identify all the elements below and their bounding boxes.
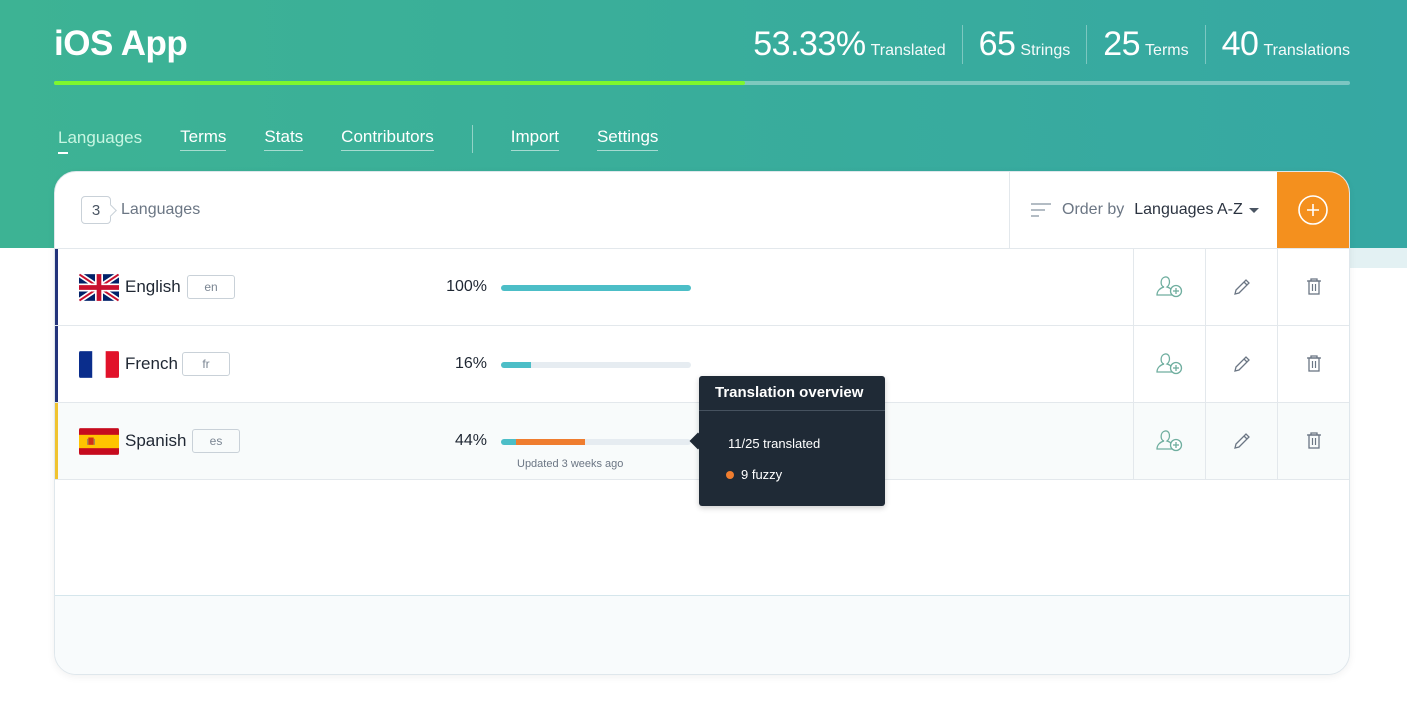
france-flag-icon xyxy=(79,351,119,378)
add-user-icon xyxy=(1155,353,1182,375)
stat-label: Translated xyxy=(870,42,946,59)
language-code-badge: es xyxy=(192,429,240,453)
project-stats: 53.33% Translated 65 Strings 25 Terms 40… xyxy=(753,22,1350,64)
languages-toolbar: 3 Languages Order by Languages A-Z xyxy=(55,172,1349,249)
edit-language-button[interactable] xyxy=(1205,403,1277,479)
stat-strings: 65 Strings xyxy=(961,25,1087,64)
pencil-icon xyxy=(1233,356,1250,372)
language-name: Spanish xyxy=(125,431,187,450)
stat-value: 53.33% xyxy=(753,25,866,63)
language-name: English xyxy=(125,277,181,296)
tooltip-title: Translation overview xyxy=(699,376,885,411)
stat-value: 65 xyxy=(978,25,1016,63)
edit-language-button[interactable] xyxy=(1205,249,1277,325)
tab-stats[interactable]: Stats xyxy=(264,127,304,151)
add-contributor-button[interactable] xyxy=(1133,249,1205,325)
language-count-badge: 3 xyxy=(81,196,111,224)
tab-settings[interactable]: Settings xyxy=(596,127,659,151)
row-actions xyxy=(1133,326,1349,402)
stat-value: 25 xyxy=(1103,25,1141,63)
order-by-dropdown[interactable]: Order by Languages A-Z xyxy=(1009,172,1277,248)
chevron-down-icon xyxy=(1248,207,1259,213)
language-code-badge: fr xyxy=(182,352,230,376)
stat-translated: 53.33% Translated xyxy=(753,25,961,64)
stat-label: Strings xyxy=(1020,42,1071,59)
tab-languages[interactable]: Languages xyxy=(58,128,142,154)
tooltip-translated-count: 11/25 translated xyxy=(728,436,821,451)
add-user-icon xyxy=(1155,276,1182,298)
nav-divider xyxy=(471,125,473,153)
spain-flag-icon xyxy=(79,428,119,455)
order-by-value: Languages A-Z xyxy=(1134,201,1243,218)
language-code-badge: en xyxy=(187,275,235,299)
delete-language-button[interactable] xyxy=(1277,249,1349,325)
language-progress-bar[interactable] xyxy=(501,439,691,445)
last-updated-text: Updated 3 weeks ago xyxy=(517,458,624,470)
language-row-english[interactable]: English en 100% xyxy=(55,249,1349,326)
tab-contributors[interactable]: Contributors xyxy=(341,127,434,151)
stat-label: Translations xyxy=(1263,42,1350,59)
language-count-label: Languages xyxy=(121,201,201,218)
edit-language-button[interactable] xyxy=(1205,326,1277,402)
pencil-icon xyxy=(1233,279,1250,295)
delete-language-button[interactable] xyxy=(1277,403,1349,479)
language-progress-bar[interactable] xyxy=(501,362,691,368)
row-accent xyxy=(55,249,58,325)
delete-language-button[interactable] xyxy=(1277,326,1349,402)
translated-segment xyxy=(501,285,691,291)
order-by-label: Order by xyxy=(1062,201,1125,218)
tab-import[interactable]: Import xyxy=(510,127,559,151)
plus-circle-icon xyxy=(1298,195,1328,225)
add-language-button[interactable] xyxy=(1277,172,1349,248)
pencil-icon xyxy=(1233,433,1250,449)
language-percent: 44% xyxy=(454,432,487,449)
sort-icon xyxy=(1031,203,1051,217)
overall-progress-fill xyxy=(54,81,746,85)
add-contributor-button[interactable] xyxy=(1133,326,1205,402)
row-actions xyxy=(1133,403,1349,479)
project-nav: Languages Terms Stats Contributors Impor… xyxy=(58,125,696,154)
trash-icon xyxy=(1306,432,1321,449)
add-user-icon xyxy=(1155,430,1182,452)
translated-segment xyxy=(501,362,532,368)
fuzzy-dot-icon xyxy=(726,471,734,479)
stat-label: Terms xyxy=(1145,42,1189,59)
row-accent xyxy=(55,403,58,479)
language-percent: 16% xyxy=(454,355,487,372)
add-contributor-button[interactable] xyxy=(1133,403,1205,479)
language-name: French xyxy=(125,354,178,373)
stat-value: 40 xyxy=(1221,25,1259,63)
row-actions xyxy=(1133,249,1349,325)
tooltip-fuzzy-count: 9 fuzzy xyxy=(741,467,783,482)
translation-overview-tooltip: Translation overview 11/25 translated 9 … xyxy=(699,376,885,506)
translated-segment xyxy=(501,439,517,445)
card-footer xyxy=(55,595,1349,674)
language-progress-bar[interactable] xyxy=(501,285,691,291)
trash-icon xyxy=(1306,278,1321,295)
uk-flag-icon xyxy=(79,273,119,302)
row-accent xyxy=(55,326,58,402)
language-percent: 100% xyxy=(446,278,487,295)
app-title: iOS App xyxy=(54,24,188,63)
stat-terms: 25 Terms xyxy=(1086,25,1204,64)
overall-progress-bar xyxy=(54,81,1350,85)
fuzzy-segment xyxy=(516,439,585,445)
stat-translations: 40 Translations xyxy=(1204,25,1350,64)
tab-terms[interactable]: Terms xyxy=(180,127,227,151)
trash-icon xyxy=(1306,355,1321,372)
